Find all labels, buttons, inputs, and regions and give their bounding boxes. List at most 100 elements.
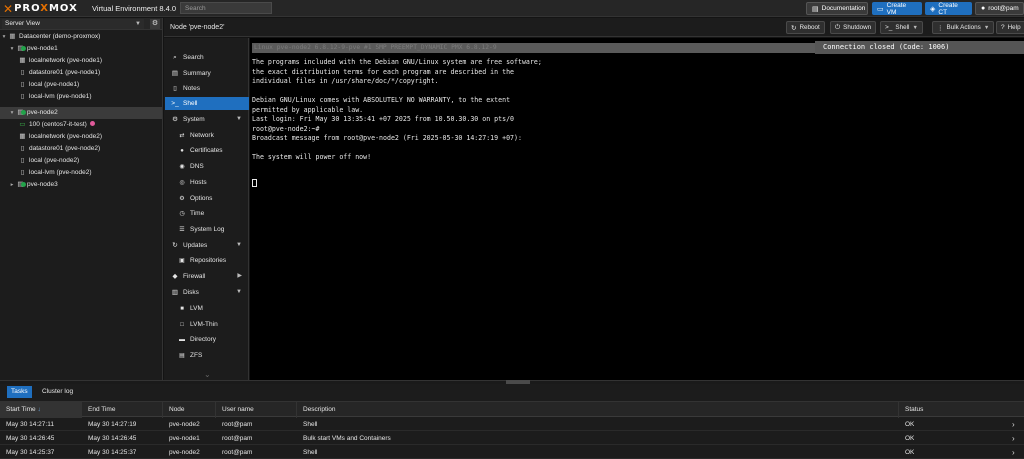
- nav-network[interactable]: ⇄ Network: [165, 129, 249, 142]
- col-user-name[interactable]: User name: [216, 402, 297, 418]
- power-icon: ⏻: [835, 23, 841, 31]
- collapse-icon[interactable]: ▾: [8, 107, 16, 119]
- shutdown-button[interactable]: ⏻ Shutdown: [830, 21, 877, 34]
- chevron-down-icon: ▼: [983, 24, 990, 31]
- terminal-output: The programs included with the Debian GN…: [252, 58, 542, 161]
- nav-options[interactable]: ⚙ Options: [165, 192, 249, 205]
- chevron-right-icon[interactable]: ›: [1012, 418, 1015, 431]
- table-row[interactable]: May 30 14:27:11 May 30 14:27:19 pve-node…: [0, 418, 1024, 431]
- list-icon: ⋮: [937, 24, 944, 32]
- chevron-right-icon[interactable]: ›: [1012, 432, 1015, 445]
- nav-lvm[interactable]: ■ LVM: [165, 302, 249, 315]
- node-header: Node 'pve-node2' ↻ Reboot ⏻ Shutdown >_ She…: [164, 18, 1024, 37]
- storage-icon: ▯: [20, 169, 25, 176]
- tree-settings-gear-icon[interactable]: ⚙: [150, 19, 160, 29]
- nav-notes[interactable]: ▯ Notes: [165, 82, 249, 95]
- vm-icon: ▭: [19, 121, 26, 128]
- col-node[interactable]: Node: [163, 402, 216, 418]
- expand-icon[interactable]: ▸: [8, 179, 16, 191]
- tree-item-vm-100[interactable]: ▭ 100 (centos7-it-test): [0, 119, 162, 131]
- refresh-icon: ↻: [172, 242, 178, 249]
- nav-firewall[interactable]: ◆ Firewall ▶: [165, 270, 249, 283]
- nav-shell[interactable]: >_ Shell: [165, 97, 249, 110]
- datacenter-icon: ▦: [9, 33, 16, 40]
- col-end-time[interactable]: End Time: [82, 402, 163, 418]
- options-icon: ⚙: [179, 196, 185, 202]
- product-version: Virtual Environment 8.4.0: [92, 4, 177, 13]
- tree-item-localnetwork-node2[interactable]: ▦ localnetwork (pve-node2): [0, 131, 162, 143]
- resource-tree-panel: Server View ▼ ⚙ ▾ ▦ Datacenter (demo-proxm…: [0, 18, 163, 380]
- tree-item-pve-node3[interactable]: ▸▤pve-node3: [0, 179, 162, 191]
- chevron-down-icon: ▼: [912, 24, 918, 31]
- documentation-button[interactable]: ▤ Documentation: [806, 2, 868, 15]
- col-description[interactable]: Description: [297, 402, 899, 418]
- nav-disks[interactable]: ▥ Disks ▼: [165, 286, 249, 299]
- shell-button[interactable]: >_ Shell ▼: [880, 21, 923, 34]
- tree-item-local-node2[interactable]: ▯ local (pve-node2): [0, 155, 162, 167]
- help-button[interactable]: ? Help: [996, 21, 1024, 34]
- page-title: Node 'pve-node2': [170, 24, 225, 31]
- table-row[interactable]: May 30 14:25:37 May 30 14:25:37 pve-node…: [0, 446, 1024, 459]
- shell-terminal[interactable]: Linux pve-node2 6.8.12-9-pve #1 SMP PREE…: [250, 38, 1024, 380]
- tree-item-localnetwork-node1[interactable]: ▦ localnetwork (pve-node1): [0, 55, 162, 67]
- nav-updates[interactable]: ↻ Updates ▼: [165, 239, 249, 252]
- status-ok-icon: [21, 182, 26, 187]
- nav-system[interactable]: ⚙ System ▼: [165, 113, 249, 126]
- collapse-icon[interactable]: ▾: [8, 43, 16, 55]
- tree-item-datacenter[interactable]: ▾ ▦ Datacenter (demo-proxmox): [0, 31, 162, 43]
- col-start-time[interactable]: Start Time ↓: [0, 402, 82, 418]
- nav-dns[interactable]: ◉ DNS: [165, 160, 249, 173]
- nav-time[interactable]: ◷ Time: [165, 207, 249, 220]
- tree-item-pve-node1[interactable]: ▾▤pve-node1: [0, 43, 162, 55]
- chevron-right-icon: ▶: [237, 273, 242, 279]
- chevron-down-icon: ▼: [236, 289, 242, 295]
- tree-item-pve-node2[interactable]: ▾▤pve-node2: [0, 107, 162, 119]
- storage-icon: ▯: [20, 69, 25, 76]
- certificate-icon: ●: [180, 148, 184, 154]
- network-icon: ▦: [19, 133, 26, 140]
- zfs-icon: ▤: [179, 353, 185, 359]
- tree-item-local-node1[interactable]: ▯ local (pve-node1): [0, 79, 162, 91]
- tab-tasks[interactable]: Tasks: [7, 386, 32, 398]
- tree-item-datastore01-node2[interactable]: ▯ datastore01 (pve-node2): [0, 143, 162, 155]
- col-status[interactable]: Status: [899, 402, 1024, 418]
- nav-system-log[interactable]: ☰ System Log: [165, 223, 249, 236]
- chevron-right-icon[interactable]: ›: [1012, 446, 1015, 459]
- reboot-button[interactable]: ↻ Reboot: [786, 21, 825, 34]
- tree-item-datastore01-node1[interactable]: ▯ datastore01 (pve-node1): [0, 67, 162, 79]
- create-ct-button[interactable]: ◈ Create CT: [925, 2, 972, 16]
- storage-icon: ▯: [20, 93, 25, 100]
- nav-scroll-down-icon[interactable]: ⌄: [204, 370, 211, 379]
- summary-icon: ▤: [171, 70, 179, 77]
- storage-icon: ▯: [20, 145, 25, 152]
- nav-hosts[interactable]: ◎ Hosts: [165, 176, 249, 189]
- reboot-icon: ↻: [791, 24, 797, 32]
- table-row[interactable]: May 30 14:26:45 May 30 14:26:45 pve-node…: [0, 432, 1024, 445]
- collapse-icon[interactable]: ▾: [0, 31, 8, 43]
- nav-directory[interactable]: ▬ Directory: [165, 333, 249, 346]
- proxmox-x-icon: ✕: [3, 1, 14, 16]
- nav-certificates[interactable]: ● Certificates: [165, 144, 249, 157]
- nav-zfs[interactable]: ▤ ZFS: [165, 349, 249, 362]
- network-icon: ▦: [19, 57, 26, 64]
- tree-item-local-lvm-node2[interactable]: ▯ local-lvm (pve-node2): [0, 167, 162, 179]
- status-ok-icon: [21, 110, 26, 115]
- nav-lvm-thin[interactable]: □ LVM-Thin: [165, 318, 249, 331]
- logo-wordmark: PROXMOX: [14, 3, 78, 14]
- create-vm-button[interactable]: ▭ Create VM: [872, 2, 922, 16]
- tab-cluster-log[interactable]: Cluster log: [38, 386, 77, 398]
- proxmox-logo[interactable]: ✕ PROXMOX: [3, 2, 78, 15]
- network-icon: ⇄: [179, 133, 185, 139]
- nav-summary[interactable]: ▤ Summary: [165, 67, 249, 80]
- user-icon: ●: [981, 5, 986, 12]
- global-search-input[interactable]: Search: [180, 2, 272, 14]
- nav-search[interactable]: ⌕ Search: [165, 51, 249, 64]
- cube-icon: ◈: [930, 5, 936, 13]
- user-menu-button[interactable]: ● root@pam: [975, 2, 1024, 15]
- nav-repositories[interactable]: ▣ Repositories: [165, 254, 249, 267]
- bulk-actions-button[interactable]: ⋮ Bulk Actions ▼: [932, 21, 995, 34]
- server-view-select[interactable]: Server View ▼: [2, 19, 144, 29]
- terminal-icon: >_: [171, 100, 179, 107]
- search-icon: ⌕: [173, 54, 177, 61]
- tree-item-local-lvm-node1[interactable]: ▯ local-lvm (pve-node1): [0, 91, 162, 103]
